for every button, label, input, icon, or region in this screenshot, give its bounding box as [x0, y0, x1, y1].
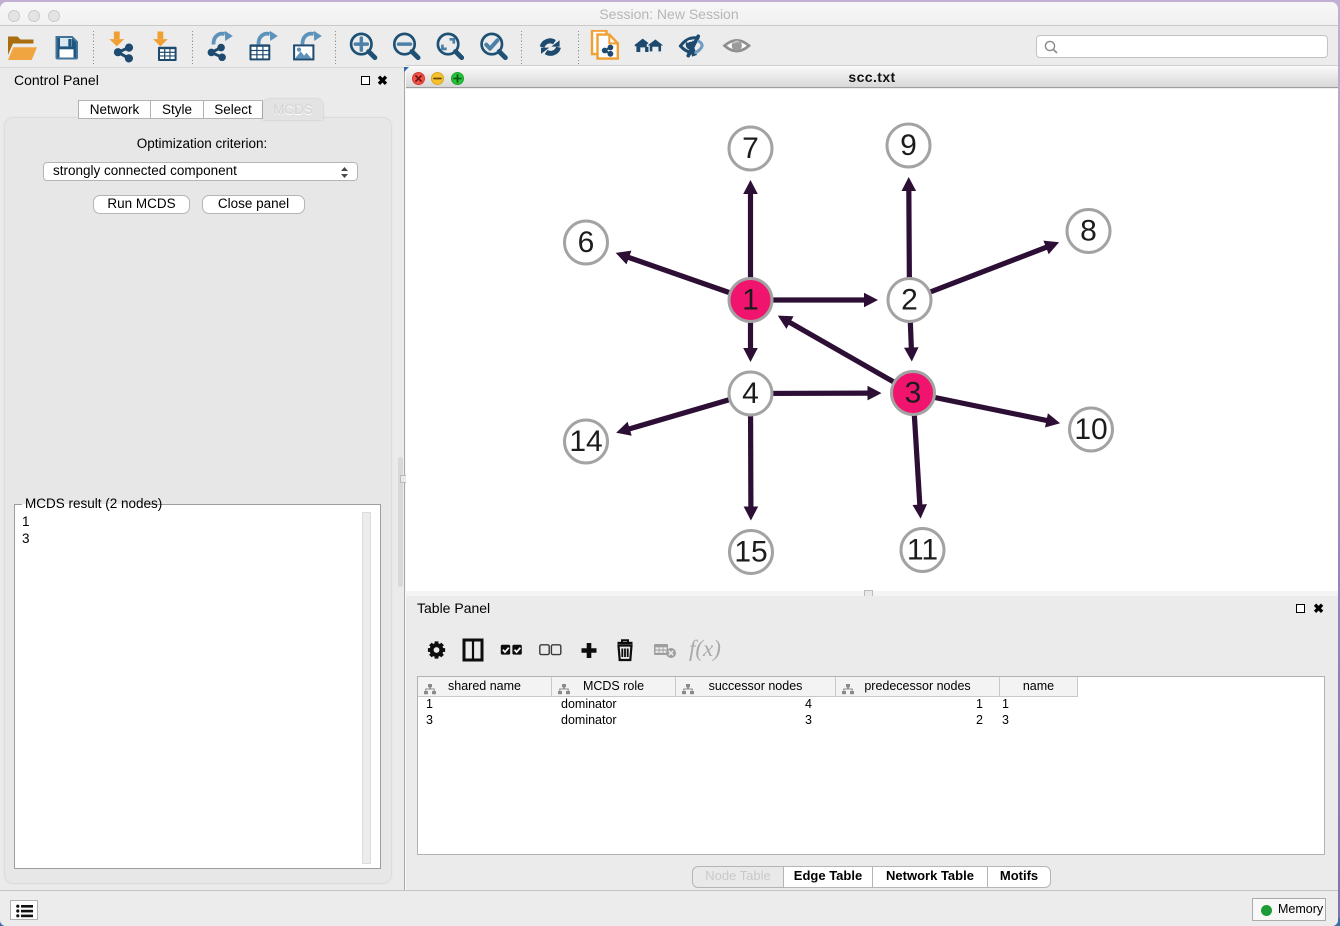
svg-text:6: 6: [578, 226, 595, 259]
svg-text:14: 14: [569, 425, 602, 458]
svg-text:3: 3: [905, 377, 922, 410]
svg-text:15: 15: [734, 536, 767, 569]
svg-text:10: 10: [1074, 413, 1107, 446]
svg-text:11: 11: [907, 534, 938, 567]
svg-text:7: 7: [742, 132, 759, 165]
svg-text:8: 8: [1080, 215, 1097, 248]
svg-text:2: 2: [901, 284, 918, 317]
svg-text:1: 1: [742, 284, 759, 317]
svg-text:4: 4: [742, 377, 759, 410]
svg-text:9: 9: [900, 129, 917, 162]
